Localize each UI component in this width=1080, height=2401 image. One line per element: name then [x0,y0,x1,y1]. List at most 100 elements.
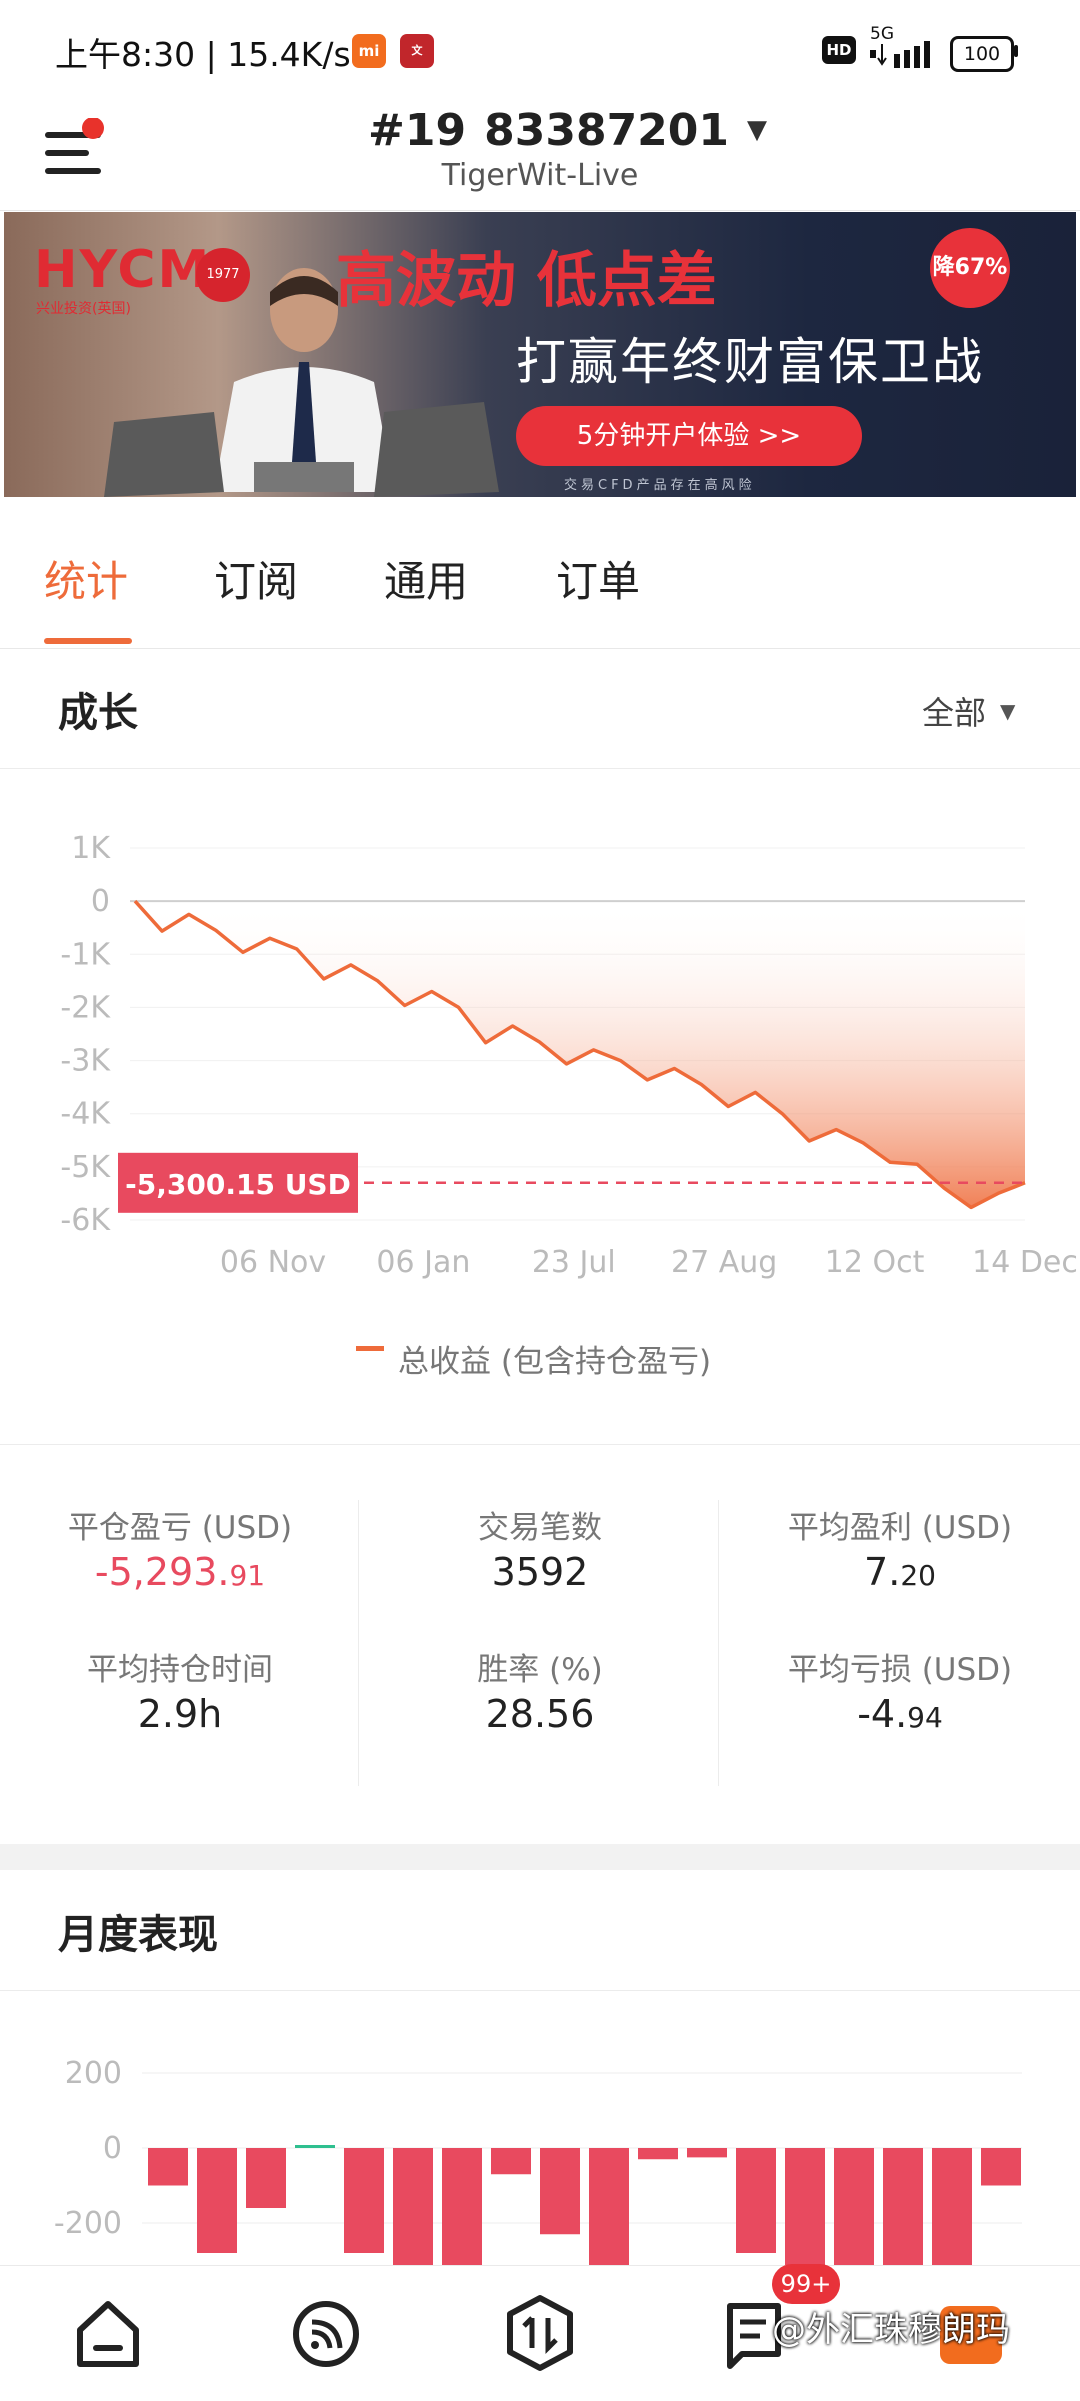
y-tick-label: -5K [60,1150,111,1185]
legend-swatch [356,1346,384,1351]
tab-general[interactable]: 通用 [384,548,468,609]
month-bar [148,2148,188,2186]
stat-value-main: -4. [857,1692,908,1736]
legend-text: 总收益 (包含持仓盈亏) [398,1344,712,1380]
divider [0,1990,1080,1991]
divider [0,1444,1080,1445]
y-tick-label: -2K [60,990,111,1025]
account-prefix: #19 [368,104,467,156]
stat-label: 平均持仓时间 [87,1652,273,1688]
stat-label: 交易笔数 [478,1510,602,1546]
month-bar [295,2145,335,2148]
growth-chart: 1K 0 -1K -2K -3K -4K -5K -6K -5,300.15 USD 06 Nov… [60,831,1078,1280]
tab-bar [0,500,1080,649]
y-tick-label: 0 [91,884,110,919]
news-app-icon: 文 [400,34,434,68]
tab-orders[interactable]: 订单 [556,548,640,609]
watermark: @外汇珠穆朗玛 [772,2310,1010,2350]
trade-icon[interactable] [502,2294,578,2374]
battery-icon: 100 [950,36,1014,72]
account-number: 83387201 [484,104,730,156]
stat-value-decimals: 20 [900,1559,936,1592]
y-tick-label: 0 [103,2131,122,2166]
x-tick-label: 06 Nov [220,1245,326,1280]
growth-range-value: 全部 [922,694,987,732]
stat-value: 2.9h [10,1692,350,1736]
tab-subscription[interactable]: 订阅 [214,548,298,609]
banner-disclaimer: 交易CFD产品存在高风险 [564,478,756,493]
stat-value: -5,293.91 [10,1550,350,1594]
month-bar [393,2148,433,2265]
account-selector[interactable]: #19 83387201 ▼ [368,100,767,160]
month-bar [344,2148,384,2253]
x-tick-label: 06 Jan [376,1245,470,1280]
battery-tip [1014,45,1018,57]
status-bar: 上午8:30 | 15.4K/s mi 文 HD 5G 100 [0,0,1080,100]
mi-app-icon: mi [352,34,386,68]
feed-icon[interactable] [288,2296,364,2372]
month-bar [883,2148,923,2265]
stat-value: 28.56 [370,1692,710,1736]
stat-label: 平均盈利 (USD) [787,1510,1013,1546]
stat-value-main: 28.56 [485,1692,595,1736]
hd-icon: HD [822,36,856,64]
stat-value-decimals: 94 [907,1701,943,1734]
banner-headline: 高波动 低点差 [336,246,717,316]
stat-value: 7.20 [730,1550,1070,1594]
stat-value-decimals: 91 [229,1559,266,1592]
stat-value: 3592 [370,1550,710,1594]
month-bar [246,2148,286,2208]
growth-range-dropdown[interactable]: 全部 ▼ [922,688,1015,734]
x-tick-label: 27 Aug [671,1245,777,1280]
y-tick-label: 200 [65,2056,122,2091]
month-bar [442,2148,482,2265]
bottom-nav: 99+ @外汇珠穆朗玛 [0,2264,1080,2401]
growth-title: 成长 [58,690,138,736]
ad-banner[interactable]: HYCM 兴业投资(英国) 1977 高波动 低点差 降67% 打赢年终财富保卫… [4,212,1076,497]
chevron-down-icon: ▼ [1000,699,1016,723]
month-bar [736,2148,776,2253]
month-bar [589,2148,629,2265]
stat-label: 平仓盈亏 (USD) [67,1510,293,1546]
month-bar [540,2148,580,2235]
status-time: 上午8:30 | 15.4K/s [55,35,351,74]
stat-label: 胜率 (%) [477,1652,603,1688]
divider [0,768,1080,769]
stats-divider [358,1500,359,1786]
x-tick-label: 14 Dec [972,1245,1078,1280]
server-name: TigerWit-Live [441,158,639,193]
y-tick-label: -200 [54,2206,122,2241]
banner-subheadline: 打赢年终财富保卫战 [516,333,984,391]
y-tick-label: -3K [60,1044,111,1079]
monthly-chart: 200 0 -200 [54,2056,1022,2265]
chevron-down-icon: ▼ [747,115,768,145]
stat-label: 平均亏损 (USD) [787,1652,1013,1688]
x-tick-label: 23 Jul [532,1245,616,1280]
y-tick-label: 1K [71,831,111,866]
month-bar [834,2148,874,2265]
home-icon[interactable] [70,2296,146,2372]
stat-value: -4.94 [730,1692,1070,1736]
stats-divider [718,1500,719,1786]
section-gap [0,1844,1080,1870]
stat-value-main: 2.9h [137,1692,223,1736]
x-tick-label: 12 Oct [825,1245,925,1280]
banner-cta-button[interactable]: 5分钟开户体验 >> [516,406,862,466]
month-bar [491,2148,531,2175]
stat-value-main: 3592 [491,1550,589,1594]
month-bar [981,2148,1021,2186]
y-tick-label: -4K [60,1097,111,1132]
y-tick-label: -1K [60,937,111,972]
tab-statistics[interactable]: 统计 [44,548,128,609]
y-tick-label: -6K [60,1203,111,1238]
stat-value-main: -5,293. [94,1550,230,1594]
current-value-label: -5,300.15 USD [125,1168,351,1201]
month-bar [785,2148,825,2265]
stat-value-main: 7. [864,1550,901,1594]
month-bar [638,2148,678,2160]
notification-badge: 99+ [772,2264,840,2304]
month-bar [687,2148,727,2158]
signal-icon [870,41,930,68]
active-tab-indicator [44,638,132,644]
monthly-title: 月度表现 [58,1912,218,1958]
